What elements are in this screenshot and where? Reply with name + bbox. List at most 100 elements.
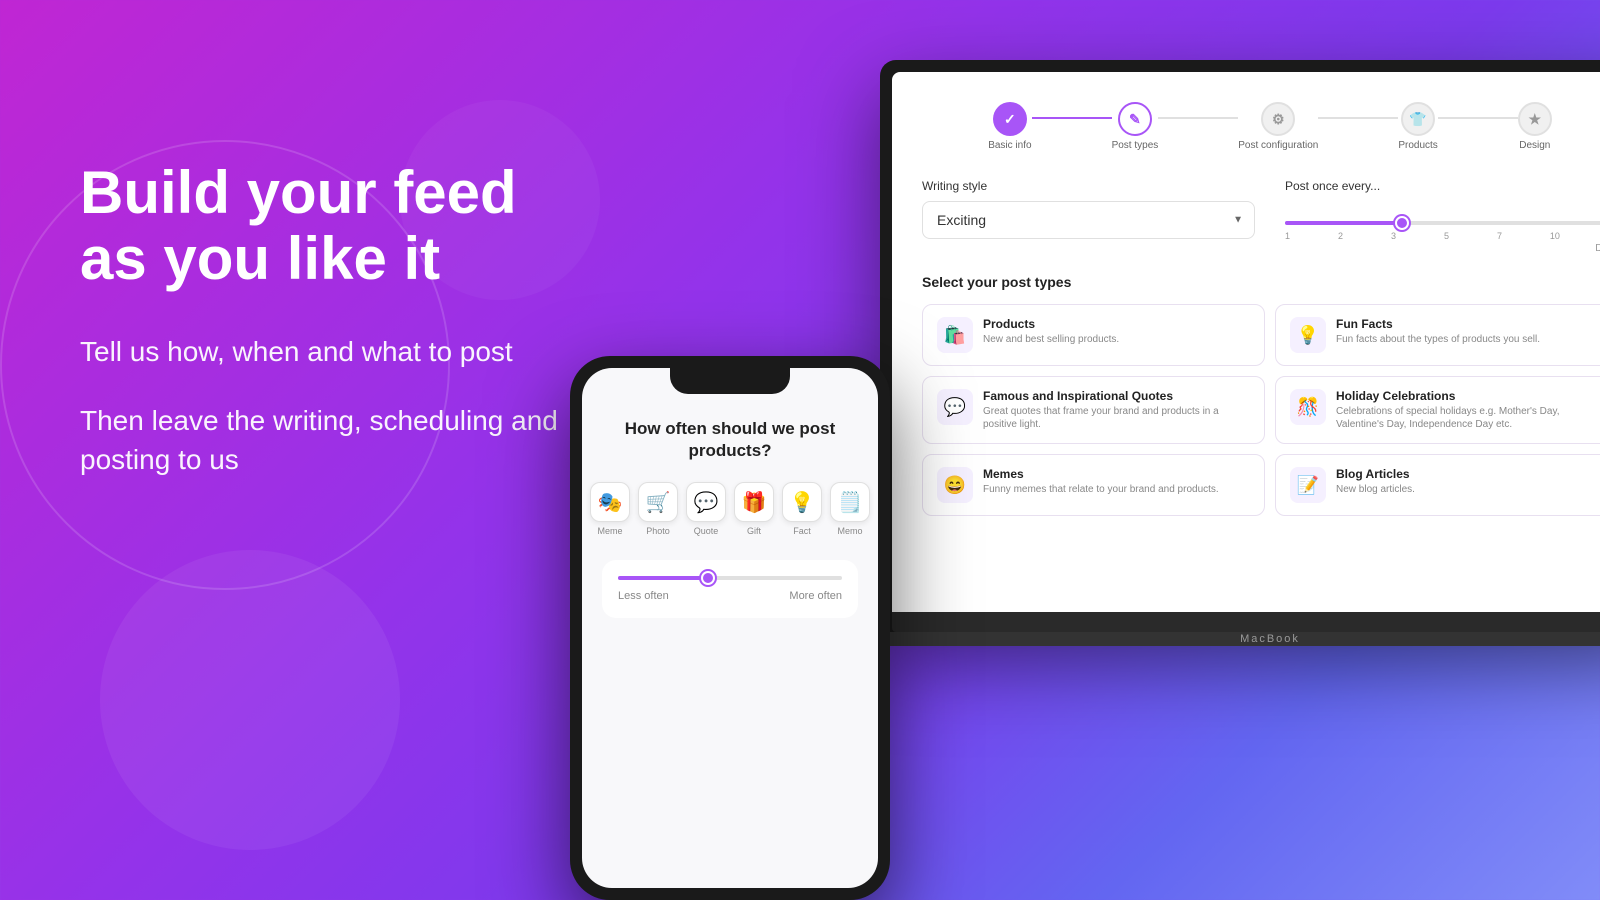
wizard-step-design[interactable]: ★ Design [1518,102,1552,151]
laptop-brand: MacBook [1240,633,1300,645]
laptop-frame: ✓ Basic info ✎ Post types ⚙ Post configu… [880,60,1600,632]
phone-icon-bubble-shop: 🛒 [638,482,678,522]
post-type-info-holidays: Holiday Celebrations Celebrations of spe… [1336,389,1600,431]
wizard-step-products[interactable]: 👕 Products [1398,102,1437,151]
post-type-card-memes[interactable]: 😄 Memes Funny memes that relate to your … [922,454,1265,516]
phone-label-more: More often [789,590,842,602]
phone-icon-bubble-quote: 💬 [686,482,726,522]
left-panel: Build your feed as you like it Tell us h… [80,160,630,510]
phone-icon-memo[interactable]: 🗒️ Memo [830,482,870,536]
days-label: Days [1285,243,1600,254]
post-type-icon-holidays: 🎊 [1290,389,1326,425]
phone-icon-gift[interactable]: 🎁 Gift [734,482,774,536]
post-type-desc-blog: New blog articles. [1336,483,1415,496]
post-type-icon-memes: 😄 [937,467,973,503]
phone-icon-label-quote: Quote [694,526,719,536]
post-type-desc-products: New and best selling products. [983,333,1119,346]
phone-slider-track[interactable] [618,576,842,580]
subtext-1: Tell us how, when and what to post [80,332,630,371]
post-type-name-products: Products [983,317,1119,331]
frequency-slider-container: 1 2 3 5 7 10 14 Days [1285,201,1600,254]
post-type-name-fun-facts: Fun Facts [1336,317,1540,331]
step-label-basic-info: Basic info [988,140,1031,151]
post-types-title: Select your post types [922,274,1600,290]
phone-icons-row: 🎭 Meme 🛒 Photo 💬 Quote 🎁 Gift 💡 F [602,482,858,536]
frequency-slider-labels: 1 2 3 5 7 10 14 [1285,231,1600,241]
step-line-4 [1438,117,1518,119]
post-type-card-blog[interactable]: 📝 Blog Articles New blog articles. [1275,454,1600,516]
tick-6: 10 [1550,231,1560,241]
step-line-2 [1158,117,1238,119]
phone-notch [670,368,790,394]
chevron-down-icon: ▼ [1233,215,1243,226]
wizard-step-post-config[interactable]: ⚙ Post configuration [1238,102,1318,151]
phone-label-less: Less often [618,590,669,602]
post-type-icon-products: 🛍️ [937,317,973,353]
post-type-icon-blog: 📝 [1290,467,1326,503]
phone-slider-fill [618,576,708,580]
laptop-foot: MacBook [880,632,1600,646]
post-types-grid: 🛍️ Products New and best selling product… [922,304,1600,516]
post-type-info-products: Products New and best selling products. [983,317,1119,346]
laptop-screen: ✓ Basic info ✎ Post types ⚙ Post configu… [892,72,1600,612]
frequency-slider-thumb[interactable] [1395,216,1409,230]
step-label-design: Design [1519,140,1550,151]
post-type-icon-fun-facts: 💡 [1290,317,1326,353]
step-line-3 [1318,117,1398,119]
writing-style-select[interactable]: Exciting ▼ [922,201,1255,239]
tick-4: 5 [1444,231,1449,241]
phone-icon-label-gift: Gift [747,526,761,536]
step-label-post-config: Post configuration [1238,140,1318,151]
phone-icon-label-meme: Meme [597,526,622,536]
frequency-slider-track[interactable] [1285,221,1600,225]
frequency-slider-fill [1285,221,1402,225]
post-type-desc-holidays: Celebrations of special holidays e.g. Mo… [1336,405,1600,431]
app-content: ✓ Basic info ✎ Post types ⚙ Post configu… [892,72,1600,536]
phone-question: How often should we post products? [602,418,858,462]
tick-1: 1 [1285,231,1290,241]
phone-icon-bubble-fact: 💡 [782,482,822,522]
post-type-name-holidays: Holiday Celebrations [1336,389,1600,403]
post-types-section: Select your post types 🛍️ Products New a… [922,274,1600,516]
phone-frame: How often should we post products? 🎭 Mem… [570,356,890,900]
step-label-products: Products [1398,140,1437,151]
phone-wrapper: How often should we post products? 🎭 Mem… [570,356,890,900]
wizard-step-basic-info[interactable]: ✓ Basic info [988,102,1031,151]
post-type-card-fun-facts[interactable]: 💡 Fun Facts Fun facts about the types of… [1275,304,1600,366]
phone-icon-bubble-memo: 🗒️ [830,482,870,522]
settings-row: Writing style Exciting ▼ Post once every… [922,179,1600,254]
post-type-icon-quotes: 💬 [937,389,973,425]
phone-icon-bubble-meme: 🎭 [590,482,630,522]
phone-icon-label-shop: Photo [646,526,670,536]
post-type-card-holidays[interactable]: 🎊 Holiday Celebrations Celebrations of s… [1275,376,1600,444]
post-type-desc-fun-facts: Fun facts about the types of products yo… [1336,333,1540,346]
phone-slider-thumb[interactable] [701,571,715,585]
subtext-2: Then leave the writing, scheduling and p… [80,401,630,479]
phone-icon-quote[interactable]: 💬 Quote [686,482,726,536]
wizard-step-post-types[interactable]: ✎ Post types [1112,102,1159,151]
tick-5: 7 [1497,231,1502,241]
step-icon-design: ★ [1518,102,1552,136]
laptop-base [892,612,1600,632]
step-icon-post-config: ⚙ [1261,102,1295,136]
post-type-info-quotes: Famous and Inspirational Quotes Great qu… [983,389,1250,431]
post-type-name-blog: Blog Articles [1336,467,1415,481]
writing-style-label: Writing style [922,179,1255,193]
post-type-name-quotes: Famous and Inspirational Quotes [983,389,1250,403]
phone-icon-shop[interactable]: 🛒 Photo [638,482,678,536]
step-icon-basic-info: ✓ [993,102,1027,136]
writing-style-value: Exciting [937,212,986,228]
post-type-card-quotes[interactable]: 💬 Famous and Inspirational Quotes Great … [922,376,1265,444]
post-frequency-group: Post once every... 1 2 3 5 7 [1285,179,1600,254]
post-type-card-products[interactable]: 🛍️ Products New and best selling product… [922,304,1265,366]
phone-icon-fact[interactable]: 💡 Fact [782,482,822,536]
step-label-post-types: Post types [1112,140,1159,151]
post-type-info-fun-facts: Fun Facts Fun facts about the types of p… [1336,317,1540,346]
tick-3: 3 [1391,231,1396,241]
tick-2: 2 [1338,231,1343,241]
writing-style-group: Writing style Exciting ▼ [922,179,1255,254]
step-line-1 [1032,117,1112,119]
post-type-desc-quotes: Great quotes that frame your brand and p… [983,405,1250,431]
phone-icon-meme[interactable]: 🎭 Meme [590,482,630,536]
wizard-steps: ✓ Basic info ✎ Post types ⚙ Post configu… [922,92,1600,151]
